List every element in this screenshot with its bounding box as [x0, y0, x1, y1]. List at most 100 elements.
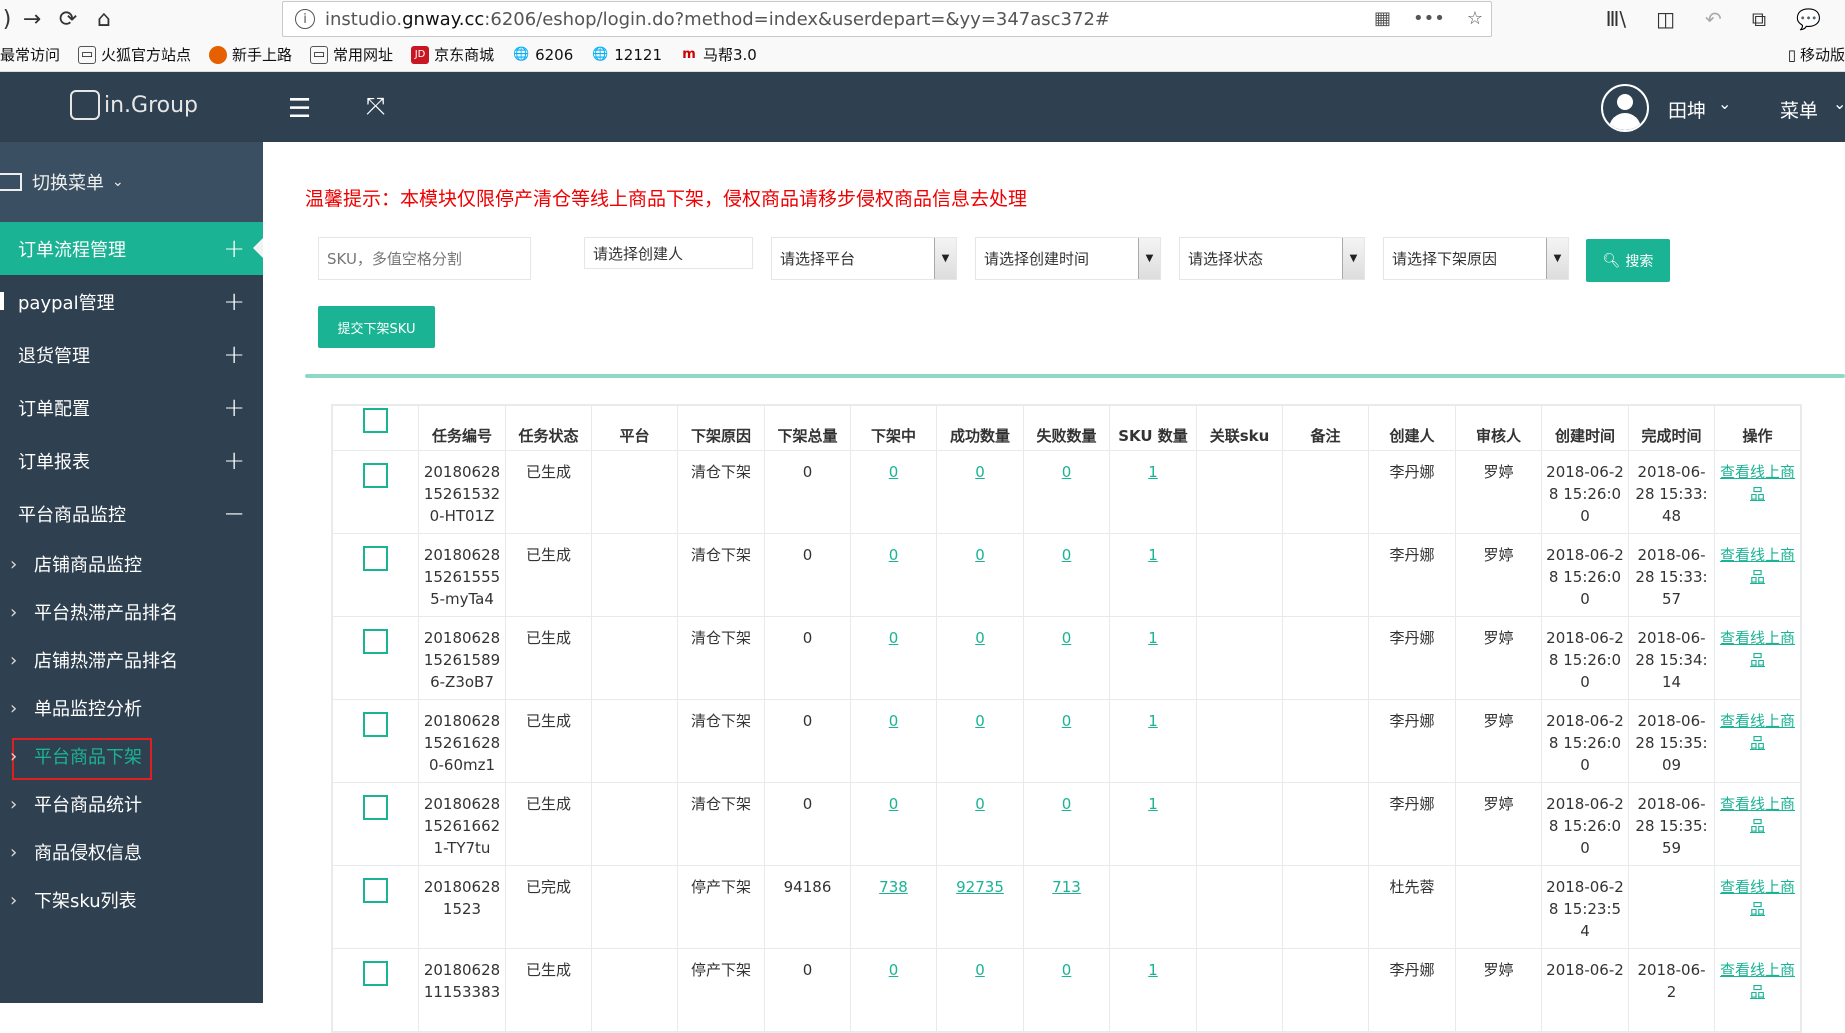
view-online-link[interactable]: 查看线上商品 [1720, 463, 1795, 503]
count-link[interactable]: 0 [975, 795, 985, 813]
bookmark-item[interactable]: JD 京东商城 [411, 44, 494, 65]
bookmark-item[interactable]: 🌐 6206 [512, 46, 573, 64]
user-name[interactable]: 田坤 [1668, 96, 1706, 123]
view-online-link[interactable]: 查看线上商品 [1720, 712, 1795, 752]
switch-menu[interactable]: 切换菜单 ⌄ [0, 142, 263, 222]
count-link[interactable]: 0 [975, 629, 985, 647]
count-link[interactable]: 0 [889, 629, 899, 647]
undo-icon[interactable]: ↶ [1705, 7, 1722, 31]
view-online-link[interactable]: 查看线上商品 [1720, 795, 1795, 835]
sidebar-item-paypal[interactable]: paypal管理 + [0, 275, 263, 328]
bookmark-item[interactable]: 最常访问 [0, 44, 60, 65]
count-link[interactable]: 1 [1148, 629, 1158, 647]
count-link[interactable]: 1 [1148, 463, 1158, 481]
platform-select[interactable]: 请选择平台 ▼ [771, 237, 957, 280]
cell-note [1282, 450, 1369, 534]
home-icon[interactable]: ⌂ [86, 1, 122, 37]
bookmark-star-icon[interactable]: ☆ [1467, 8, 1483, 29]
count-link[interactable]: 0 [1062, 629, 1072, 647]
screenshot-icon[interactable]: ⧉ [1752, 7, 1766, 31]
bookmark-item[interactable]: 新手上路 [209, 44, 292, 65]
bookmark-item[interactable]: 🌐 12121 [591, 46, 662, 64]
chat-icon[interactable]: 💬 [1796, 7, 1821, 31]
reload-icon[interactable]: ⟳ [50, 1, 86, 37]
fullscreen-icon[interactable]: ⤧ [366, 92, 385, 120]
back-icon[interactable]: ) [0, 1, 14, 37]
count-link[interactable]: 1 [1148, 546, 1158, 564]
qrcode-icon[interactable]: ▦ [1374, 8, 1391, 29]
sidebar-subitem[interactable]: › 店铺热滞产品排名 [0, 636, 263, 684]
forward-icon[interactable]: → [14, 1, 50, 37]
row-checkbox[interactable] [332, 948, 419, 1032]
cell-creator: 李丹娜 [1368, 948, 1456, 1032]
sku-search-input[interactable]: SKU，多值空格分割 [318, 237, 531, 280]
cell-creator: 李丹娜 [1368, 450, 1456, 534]
sidebar-subitem[interactable]: › 店铺商品监控 [0, 540, 263, 588]
count-link[interactable]: 738 [879, 878, 908, 896]
count-link[interactable]: 0 [975, 546, 985, 564]
mobile-bookmarks[interactable]: ▯ 移动版 [1788, 38, 1845, 71]
url-bar[interactable]: i instudio.gnway.cc:6206/eshop/login.do?… [282, 1, 1492, 37]
sidebar-item-order-flow[interactable]: 订单流程管理 + [0, 222, 263, 275]
count-link[interactable]: 0 [1062, 546, 1072, 564]
sidebar-item-order-config[interactable]: 订单配置 + [0, 381, 263, 434]
view-online-link[interactable]: 查看线上商品 [1720, 878, 1795, 918]
count-link[interactable]: 0 [975, 961, 985, 979]
count-link[interactable]: 0 [889, 463, 899, 481]
sidebar-subitem[interactable]: › 单品监控分析 [0, 684, 263, 732]
select-all-checkbox[interactable] [332, 405, 419, 451]
count-link[interactable]: 0 [975, 712, 985, 730]
search-button[interactable]: 🔍︎ 搜索 [1586, 239, 1670, 282]
view-online-link[interactable]: 查看线上商品 [1720, 961, 1795, 1001]
view-online-link[interactable]: 查看线上商品 [1720, 629, 1795, 669]
sidebar-item-platform-monitor[interactable]: 平台商品监控 − [0, 487, 263, 540]
sidebar-icon[interactable]: ◫ [1656, 7, 1675, 31]
view-online-link[interactable]: 查看线上商品 [1720, 546, 1795, 586]
count-link[interactable]: 1 [1148, 712, 1158, 730]
row-checkbox[interactable] [332, 782, 419, 866]
hamburger-icon[interactable]: ☰ [288, 94, 311, 124]
chevron-down-icon[interactable]: ⌄ [1833, 94, 1845, 113]
row-checkbox[interactable] [332, 865, 419, 949]
cell-reviewer [1455, 865, 1542, 949]
sidebar-item-returns[interactable]: 退货管理 + [0, 328, 263, 381]
creator-select[interactable]: 请选择创建人 [584, 237, 753, 269]
bookmark-item[interactable]: ▭ 常用网址 [310, 44, 393, 65]
sidebar-subitem-current[interactable]: › 平台商品下架 [0, 732, 263, 780]
count-link[interactable]: 0 [1062, 795, 1072, 813]
submit-sku-button[interactable]: 提交下架SKU [318, 306, 435, 348]
bookmark-item[interactable]: m 马帮3.0 [680, 44, 757, 65]
count-link[interactable]: 713 [1052, 878, 1081, 896]
site-info-icon[interactable]: i [295, 9, 315, 29]
status-select[interactable]: 请选择状态 ▼ [1179, 237, 1365, 280]
count-link[interactable]: 0 [1062, 463, 1072, 481]
menu-label[interactable]: 菜单 [1780, 96, 1818, 123]
avatar[interactable] [1601, 84, 1649, 132]
sidebar-subitem[interactable]: › 下架sku列表 [0, 876, 263, 924]
row-checkbox[interactable] [332, 533, 419, 617]
count-link[interactable]: 0 [889, 961, 899, 979]
row-checkbox[interactable] [332, 450, 419, 534]
count-link[interactable]: 0 [889, 795, 899, 813]
library-icon[interactable]: Ⅲ\ [1606, 7, 1627, 31]
more-actions-icon[interactable]: ••• [1413, 8, 1445, 29]
bookmark-item[interactable]: ▭ 火狐官方站点 [78, 44, 191, 65]
count-link[interactable]: 0 [889, 546, 899, 564]
sidebar-item-order-reports[interactable]: 订单报表 + [0, 434, 263, 487]
row-checkbox[interactable] [332, 616, 419, 700]
count-link[interactable]: 1 [1148, 961, 1158, 979]
count-link[interactable]: 0 [889, 712, 899, 730]
count-link[interactable]: 92735 [956, 878, 1004, 896]
chevron-down-icon[interactable]: ⌄ [1718, 94, 1731, 113]
sidebar-subitem[interactable]: › 平台商品统计 [0, 780, 263, 828]
sidebar-subitem[interactable]: › 商品侵权信息 [0, 828, 263, 876]
count-link[interactable]: 0 [1062, 712, 1072, 730]
created-time-select[interactable]: 请选择创建时间 ▼ [975, 237, 1161, 280]
row-checkbox[interactable] [332, 699, 419, 783]
count-link[interactable]: 1 [1148, 795, 1158, 813]
sidebar-subitem[interactable]: › 平台热滞产品排名 [0, 588, 263, 636]
reason-select[interactable]: 请选择下架原因 ▼ [1383, 237, 1569, 280]
count-link[interactable]: 0 [975, 463, 985, 481]
count-link[interactable]: 0 [1062, 961, 1072, 979]
logo[interactable]: in.Group [70, 90, 198, 120]
